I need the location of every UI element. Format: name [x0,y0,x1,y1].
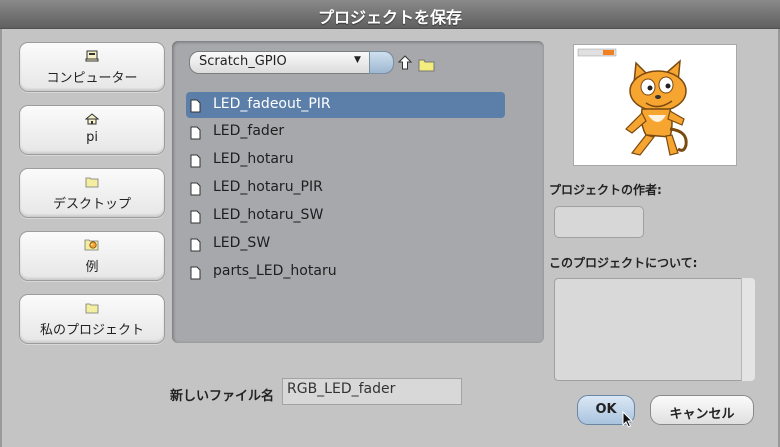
file-list-item[interactable]: LED_SW [186,231,505,257]
computer-icon [20,47,164,62]
shortcut-home-button[interactable]: pi [19,105,165,155]
shortcut-label: pi [86,130,98,145]
file-icon [190,125,201,140]
file-name: LED_fader [213,123,285,139]
scratch-cat-icon [625,59,688,156]
file-icon [190,265,201,280]
parent-folder-icon[interactable] [397,55,413,71]
shortcut-desktop-button[interactable]: デスクトップ [19,168,165,218]
project-thumbnail [573,44,737,166]
file-name: LED_hotaru_PIR [213,179,323,195]
file-icon [190,181,201,196]
author-label: プロジェクトの作者: [549,183,662,197]
notes-textarea[interactable] [554,278,754,381]
home-icon [20,110,164,125]
shortcut-label: 私のプロジェクト [39,323,144,338]
file-icon [190,237,201,252]
dropdown-cap [369,51,394,74]
shortcut-label: コンピューター [46,71,138,86]
shortcut-my-projects-button[interactable]: 私のプロジェクト [19,294,165,344]
file-list-item[interactable]: LED_fader [186,119,505,145]
notes-scrollbar[interactable] [741,278,755,381]
file-list-item[interactable]: LED_hotaru_SW [186,203,505,229]
shortcut-label: 例 [85,260,99,275]
file-name: LED_SW [213,235,271,251]
file-list-item[interactable]: parts_LED_hotaru [186,259,505,285]
new-filename-input[interactable]: RGB_LED_fader [282,378,462,405]
shortcut-label: デスクトップ [52,197,131,212]
folder-icon [20,299,164,314]
cancel-button[interactable]: キャンセル [650,395,754,425]
notes-label: このプロジェクトについて: [549,256,698,270]
dialog-title: プロジェクトを保存 [317,8,462,27]
file-icon [190,153,201,168]
mouse-cursor-icon [622,410,634,429]
folder-dropdown[interactable]: Scratch_GPIO ▼ [189,51,394,74]
file-icon [190,98,201,113]
file-list-item[interactable]: LED_hotaru [186,147,505,173]
file-icon [190,209,201,224]
file-name: LED_hotaru_SW [213,207,324,223]
shortcut-computer-button[interactable]: コンピューター [19,42,165,92]
dropdown-arrow-icon: ▼ [354,55,361,65]
file-name: parts_LED_hotaru [213,263,337,279]
examples-icon [20,236,164,251]
new-filename-label: 新しいファイル名 [170,389,275,404]
author-input[interactable] [554,206,644,238]
shortcut-examples-button[interactable]: 例 [19,231,165,281]
folder-icon [20,173,164,188]
new-folder-icon[interactable] [418,57,435,72]
file-list-item[interactable]: LED_hotaru_PIR [186,175,505,201]
file-name: LED_fadeout_PIR [213,96,331,112]
dialog-title-bar[interactable]: プロジェクトを保存 [0,0,780,29]
file-list-item[interactable]: LED_fadeout_PIR [186,92,505,118]
folder-dropdown-value: Scratch_GPIO [199,54,287,69]
file-name: LED_hotaru [213,151,294,167]
